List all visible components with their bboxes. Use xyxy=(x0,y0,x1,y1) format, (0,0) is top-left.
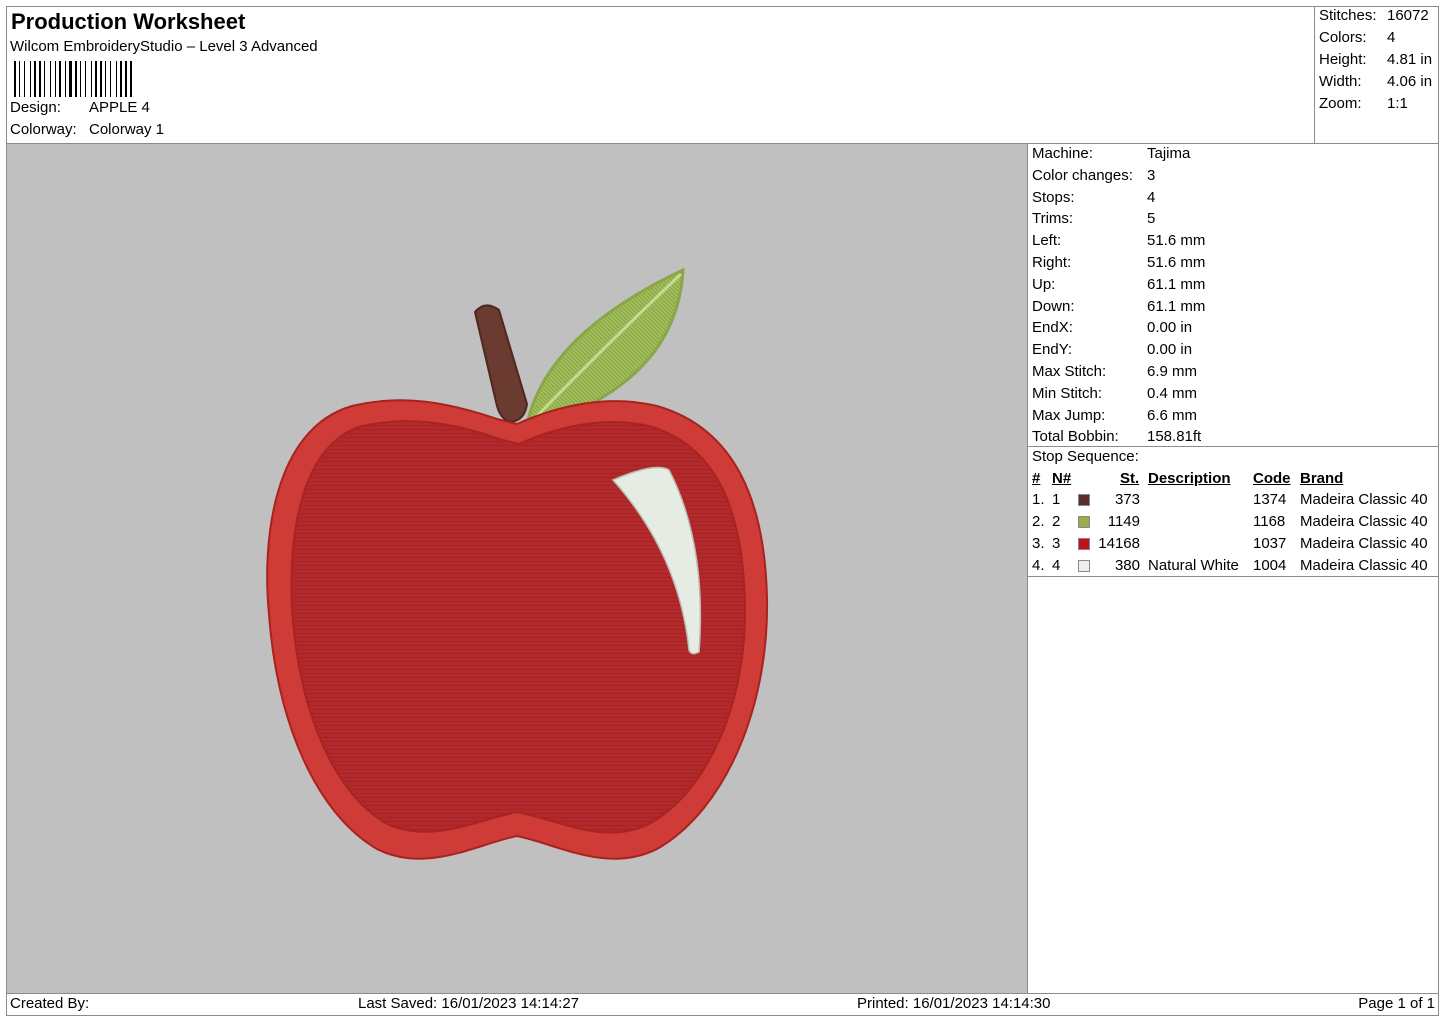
stop-sequence-panel: Stop Sequence: # N# St. Description Code… xyxy=(1028,447,1439,577)
last-saved: Last Saved: 16/01/2023 14:14:27 xyxy=(358,995,580,1012)
info-value: 0.4 mm xyxy=(1147,384,1198,402)
info-label: Left: xyxy=(1032,232,1062,250)
apple-stem xyxy=(473,304,529,424)
row-needle: 4 xyxy=(1052,557,1061,574)
apple-fill xyxy=(290,420,747,834)
design-preview xyxy=(7,144,1028,993)
stop-sequence-row: 1. 1 373 1374 Madeira Classic 40 xyxy=(1028,491,1439,511)
info-label: Right: xyxy=(1032,254,1072,271)
info-label: Max Jump: xyxy=(1032,406,1106,424)
stop-sequence-header: # N# St. Description Code Brand xyxy=(1028,470,1439,490)
info-label: EndY: xyxy=(1032,341,1073,359)
height-label: Height: xyxy=(1319,51,1367,68)
colorway-row: Colorway: Colorway 1 xyxy=(10,121,310,141)
row-num: 3. xyxy=(1032,535,1045,552)
row-code: 1004 xyxy=(1253,557,1287,574)
info-value: 51.6 mm xyxy=(1147,232,1206,250)
info-value: 5 xyxy=(1147,210,1156,228)
info-label: Up: xyxy=(1032,275,1056,293)
printed-date: Printed: 16/01/2023 14:14:30 xyxy=(857,995,1051,1012)
row-num: 4. xyxy=(1032,557,1045,574)
colors-value: 4 xyxy=(1387,29,1396,46)
col-description: Description xyxy=(1148,470,1231,487)
row-needle: 1 xyxy=(1052,491,1061,508)
info-label: Stops: xyxy=(1032,188,1075,206)
info-value: Tajima xyxy=(1147,145,1191,162)
info-value: 0.00 in xyxy=(1147,319,1193,337)
info-value: 4 xyxy=(1147,188,1156,206)
info-label: Min Stitch: xyxy=(1032,384,1103,402)
color-swatch xyxy=(1078,560,1090,572)
row-description: Natural White xyxy=(1148,557,1239,574)
stop-sequence-row: 2. 2 1149 1168 Madeira Classic 40 xyxy=(1028,513,1439,533)
worksheet-header: Production Worksheet Wilcom EmbroiderySt… xyxy=(6,6,1315,143)
zoom-label: Zoom: xyxy=(1319,95,1362,112)
col-st: St. xyxy=(1120,470,1140,487)
info-value: 61.1 mm xyxy=(1147,297,1206,315)
color-swatch xyxy=(1078,494,1090,506)
info-label: Total Bobbin: xyxy=(1032,428,1119,446)
color-swatch xyxy=(1078,538,1090,550)
page-title: Production Worksheet xyxy=(11,9,246,34)
design-stats: Stitches: 16072 Colors: 4 Height: 4.81 i… xyxy=(1314,6,1439,143)
page-number: Page 1 of 1 xyxy=(1358,995,1435,1012)
info-value: 158.81ft xyxy=(1147,428,1202,446)
design-row: Design: APPLE 4 xyxy=(10,99,310,119)
barcode-icon xyxy=(14,61,132,97)
stop-sequence-bottom-divider xyxy=(1028,576,1439,577)
worksheet-footer: Created By: Last Saved: 16/01/2023 14:14… xyxy=(6,993,1439,1016)
info-value: 61.1 mm xyxy=(1147,275,1206,293)
row-code: 1037 xyxy=(1253,535,1287,552)
software-name: Wilcom EmbroideryStudio – Level 3 Advanc… xyxy=(10,38,318,55)
row-code: 1168 xyxy=(1253,513,1286,530)
col-code: Code xyxy=(1253,470,1291,487)
row-brand: Madeira Classic 40 xyxy=(1300,557,1428,574)
info-label: Max Stitch: xyxy=(1032,363,1107,380)
row-brand: Madeira Classic 40 xyxy=(1300,491,1428,508)
col-brand: Brand xyxy=(1300,470,1344,487)
stitches-label: Stitches: xyxy=(1319,7,1377,24)
design-label: Design: xyxy=(10,99,61,116)
info-value: 6.6 mm xyxy=(1147,406,1198,424)
row-num: 2. xyxy=(1032,513,1045,530)
color-swatch xyxy=(1078,516,1090,528)
row-needle: 3 xyxy=(1052,535,1061,552)
info-label: EndX: xyxy=(1032,319,1073,337)
zoom-value: 1:1 xyxy=(1387,95,1408,112)
stop-sequence-title: Stop Sequence: xyxy=(1032,448,1139,465)
design-value: APPLE 4 xyxy=(89,99,150,116)
row-brand: Madeira Classic 40 xyxy=(1300,513,1428,530)
stitches-value: 16072 xyxy=(1387,7,1429,24)
info-value: 3 xyxy=(1147,166,1156,184)
col-num: # xyxy=(1032,470,1041,487)
width-label: Width: xyxy=(1319,73,1362,90)
info-value: 6.9 mm xyxy=(1147,363,1198,380)
row-code: 1374 xyxy=(1253,491,1287,508)
stop-sequence-row: 3. 3 14168 1037 Madeira Classic 40 xyxy=(1028,535,1439,555)
row-needle: 2 xyxy=(1052,513,1061,530)
height-value: 4.81 in xyxy=(1387,51,1433,68)
stop-sequence-row: 4. 4 380 Natural White 1004 Madeira Classic 4… xyxy=(1028,557,1439,577)
row-stitches: 1149 xyxy=(1107,513,1140,530)
row-brand: Madeira Classic 40 xyxy=(1300,535,1428,552)
info-label: Down: xyxy=(1032,297,1075,315)
row-num: 1. xyxy=(1032,491,1045,508)
row-stitches: 14168 xyxy=(1098,535,1140,552)
created-by: Created By: xyxy=(10,995,90,1012)
width-value: 4.06 in xyxy=(1387,73,1433,90)
col-n: N# xyxy=(1052,470,1072,487)
apple-embroidery-image xyxy=(266,267,769,860)
info-label: Color changes: xyxy=(1032,166,1133,184)
row-stitches: 373 xyxy=(1114,491,1140,508)
colorway-label: Colorway: xyxy=(10,121,77,138)
info-label: Trims: xyxy=(1032,210,1074,228)
info-label: Machine: xyxy=(1032,145,1093,162)
info-value: 0.00 in xyxy=(1147,341,1193,359)
info-value: 51.6 mm xyxy=(1147,254,1206,271)
colors-label: Colors: xyxy=(1319,29,1367,46)
row-stitches: 380 xyxy=(1114,557,1140,574)
colorway-value: Colorway 1 xyxy=(89,121,165,138)
